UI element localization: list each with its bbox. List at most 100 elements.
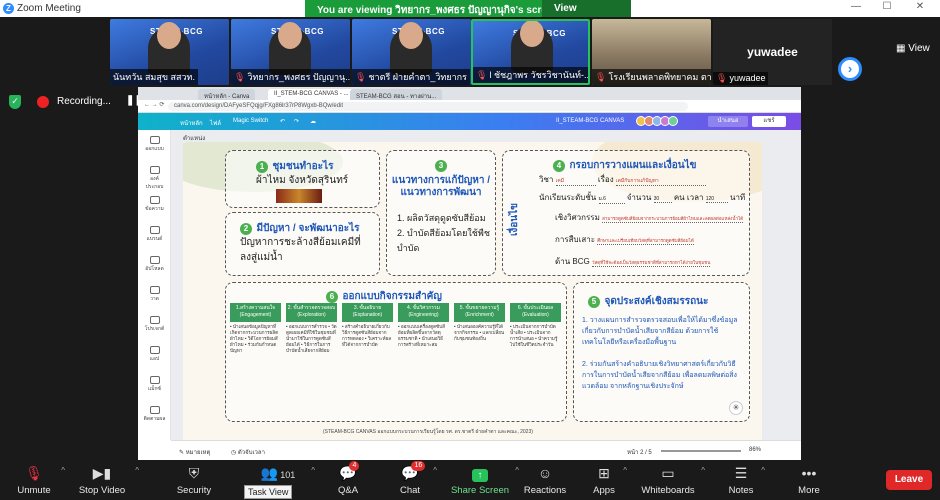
stop-video-button[interactable]: ▶▮ Stop Video ^ [74,464,139,496]
notes-icon: ☰ [734,465,748,481]
close-icon[interactable]: ✕ [912,1,928,12]
phase-body: • นำเสนอองค์ความรู้ที่ได้จากกิจกรรม • แล… [454,324,505,341]
brand-icon [149,226,160,234]
notes-button[interactable]: ✎ หมายเหตุ [179,447,210,457]
chevron-up-icon: ^ [623,466,627,475]
redo-icon[interactable]: ↷ [294,118,299,125]
canva-menubar: หน้าหลัก ไฟล์ Magic Switch ↶ ↷ ☁ II_STEA… [138,113,801,130]
participant-name: 🎙 วิทยากร_พงศธร ปัญญานุ... [231,69,350,85]
menu-home[interactable]: หน้าหลัก [180,118,203,128]
box3-title: แนวทางการแก้ปัญหา / แนวทางการพัฒนา [391,175,491,198]
slide-footer: (STEAM-BCG CANVAS ออกแบบกระบวนการเรียนรู… [323,429,533,435]
badge-3: 3 [435,160,447,172]
participant-tile[interactable]: STEAM-BCG นันทวัน สมสุข สสวท. [110,19,229,85]
rail-apps[interactable]: แอป [142,346,167,363]
rail-brand[interactable]: แบรนด์ [142,226,167,243]
box-planning[interactable]: 4 กรอบการวางแผนและเงื่อนไข เงื่อนไข วิชา… [502,150,750,276]
rail-uploads[interactable]: อัปโหลด [142,256,167,273]
phase-body: • ประเมินจากการบำบัดน้ำเสีย • ประเมินจาก… [510,324,558,347]
cloud-save-icon[interactable]: ☁ [310,118,316,125]
inquiry-row: การสืบเสาะ ศึกษาและเปรียบเทียบวัสดุที่สา… [555,235,694,245]
whiteboards-button[interactable]: ▭ Whiteboards ^ [640,464,705,496]
page-indicator[interactable]: หน้า 2 / 5 [627,447,652,457]
badge-5: 5 [588,296,600,308]
notes-button[interactable]: ☰ Notes ^ [726,464,765,496]
bcg-row: ด้าน BCG วัสดุที่ใช้จะต้องเป็นวัสดุธรรมช… [555,257,711,267]
participant-tile[interactable]: STEAM-BCG 🎙วิทยากร_พงศธร ปัญญานุ... [231,19,350,85]
rail-text[interactable]: ข้อความ [142,196,167,213]
magic-assist-icon[interactable]: ✳ [729,401,743,415]
recording-dot-icon [37,96,49,108]
chevron-up-icon: ^ [61,466,65,475]
maximize-icon[interactable]: ☐ [879,1,895,12]
box-solution[interactable]: 3 แนวทางการแก้ปัญหา / แนวทางการพัฒนา 1. … [386,150,496,276]
menu-file[interactable]: ไฟล์ [210,118,221,128]
qa-button[interactable]: 💬 4 Q&A [330,461,366,496]
share-screen-button[interactable]: ↑ Share Screen ^ [450,464,519,496]
leave-button[interactable]: Leave [886,470,932,490]
level-row: นักเรียนระดับชั้น ม.6 จำนวน 30 คน เวลา 1… [539,193,746,204]
box-problem[interactable]: 2 มีปัญหา / จะพัฒนาอะไร ปัญหาการชะล้างสี… [225,212,380,276]
mic-muted-icon: 🎙 [25,465,43,481]
url-field[interactable]: canva.com/design/DAFyeSFQqjg/FXg86lr37rP… [168,102,688,111]
mic-muted-icon: 🎙 [355,72,367,82]
box-objectives[interactable]: 5 จุดประสงค์เชิงสมรรถนะ 1. วางแผนการสำรว… [573,282,750,422]
box1-text: ผ้าไหม จังหวัดสุรินทร์ [256,175,349,186]
security-button[interactable]: ⛨ Security [172,464,216,496]
undo-icon[interactable]: ↶ [280,118,285,125]
participant-tile-active[interactable]: STEAM-BCG 🎙l ชัชฎาพร วัชรวิชานันท์-... [471,19,590,85]
rail-design[interactable]: ออกแบบ [142,136,167,153]
phase-header: 6. ขั้นประเมินผล (Evaluation) [510,303,561,322]
curriculum-row: เชิงวิศวกรรม สามารถดูดซับสีย้อมจากกระบวน… [555,213,744,223]
apps-icon [149,346,160,354]
browser-tab[interactable]: หน้าหลัก - Canva [198,89,256,100]
mic-muted-icon: 🎙 [595,72,607,82]
silk-image [276,189,322,203]
box-community[interactable]: 1 ชุมชนทำอะไร ผ้าไหม จังหวัดสุรินทร์ [225,150,380,208]
design-filename[interactable]: II_STEAM-BCG CANVAS [556,118,624,124]
participant-name: 🎙 l ชัชฎาพร วัชรวิชานันท์-... [473,67,588,83]
browser-tab-active[interactable]: II_STEM-BCG CANVAS - ... [268,89,355,100]
participant-tile[interactable]: 🎙โรงเรียนพลาดพิทยาคม ตาม... [592,19,711,85]
phase-body: • สร้างคำอธิบายเกี่ยวกับวิธีการดูดซับสีย… [342,324,392,347]
nav-arrows-icon[interactable]: ← → ⟳ [144,101,164,108]
more-button[interactable]: ••• More [794,464,824,496]
chevron-up-icon: ^ [311,466,315,475]
rail-draw[interactable]: วาด [142,286,167,303]
viewing-banner: You are viewing วิทยากร_พงศธร ปัญญานุกิจ… [305,0,631,31]
box-activities[interactable]: 6 ออกแบบกิจกรรมสำคัญ 1.สร้างความสนใจ (En… [225,282,567,422]
zoom-level[interactable]: 86% [749,447,761,453]
next-page-arrow-icon[interactable]: › [838,57,862,81]
zoom-slider[interactable] [661,450,741,452]
collaborator-avatars[interactable] [636,116,696,127]
participant-tile[interactable]: STEAM-BCG 🎙ชาตรี ฝ่ายคำตา_วิทยากร [352,19,471,85]
rail-projects[interactable]: โปรเจกต์ [142,316,167,333]
participant-tile[interactable]: yuwadee 🎙 yuwadee [713,19,832,85]
badge-6: 6 [326,291,338,303]
participant-name: 🎙 ชาตรี ฝ่ายคำตา_วิทยากร [352,69,470,85]
canva-editor: ตำแหน่ง 1 ชุมชนทำอะไร ผ้าไหม จังหวัดสุริ… [171,130,801,440]
apps-button[interactable]: ⊞ Apps ^ [590,464,627,496]
badge-4: 4 [553,160,565,172]
rail-elements[interactable]: องค์ประกอบ [142,166,167,191]
minimize-icon[interactable]: — [848,1,864,12]
view-options-button[interactable]: View Options⌄ [542,0,631,31]
share-button[interactable]: แชร์ [752,116,786,127]
badge-1: 1 [256,161,268,173]
box1-title: ชุมชนทำอะไร [272,161,334,172]
unmute-button[interactable]: 🎙 Unmute ^ [12,464,65,496]
tracking-icon [149,406,160,414]
present-button[interactable]: นำเสนอ [708,116,748,127]
reactions-button[interactable]: ☺ Reactions [522,464,568,496]
participants-button[interactable]: 👥101 ts^ [250,464,315,500]
rail-magic[interactable]: แม็กซ์ [142,376,167,393]
browser-tab[interactable]: STEAM-BCG สอน - ทางผ่าน... [350,89,443,100]
rail-tracking[interactable]: ติดตามผล [142,406,167,423]
view-button[interactable]: ▦ View [896,43,930,54]
chat-button[interactable]: 💬 16 Chat ^ [392,461,437,496]
browser-tab-bar: หน้าหลัก - Canva II_STEM-BCG CANVAS - ..… [138,87,801,100]
menu-magic-switch[interactable]: Magic Switch [233,118,268,124]
encryption-shield-icon[interactable]: ✓ [9,95,21,109]
slide-canvas[interactable]: 1 ชุมชนทำอะไร ผ้าไหม จังหวัดสุรินทร์ 2 ม… [183,142,762,440]
timer-button[interactable]: ◷ ตัวจับเวลา [231,447,265,457]
